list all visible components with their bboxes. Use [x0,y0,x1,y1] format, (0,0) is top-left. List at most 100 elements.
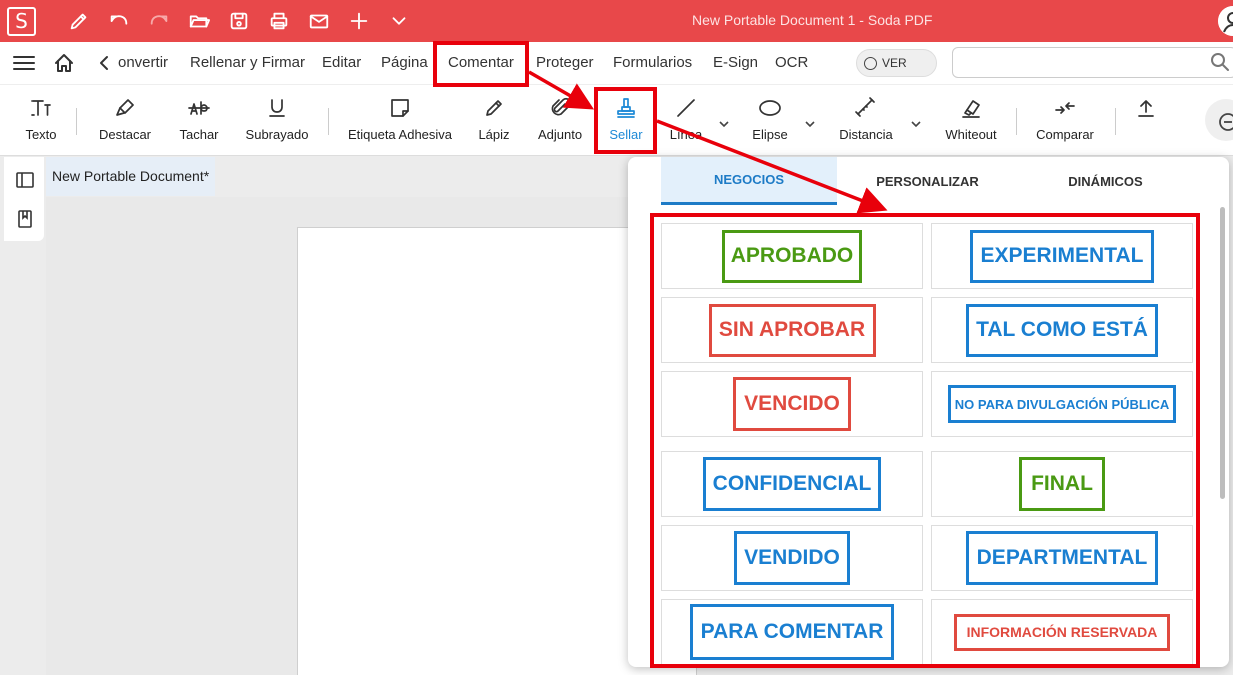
ribbon-divider [76,108,77,135]
tool-label: Whiteout [945,127,997,142]
stamp-label: TAL COMO ESTÁ [966,303,1158,357]
stamp-label: FINAL [1019,457,1105,511]
tool-label: Adjunto [537,127,583,142]
stamp-option-final[interactable]: FINAL [931,451,1193,517]
print-icon[interactable] [266,9,292,33]
stamp-label: NO PARA DIVULGACIÓN PÚBLICA [948,385,1176,423]
tool-comparar[interactable]: Comparar [1033,85,1097,157]
stamp-option-para-comentar[interactable]: PARA COMENTAR [661,599,923,665]
search-icon[interactable] [1210,52,1230,72]
paperclip-icon [547,95,573,121]
tab-personalizar[interactable]: PERSONALIZAR [840,157,1015,205]
tool-destacar[interactable]: Destacar [94,85,156,157]
line-icon [673,95,699,121]
stamp-label: SIN APROBAR [708,303,876,357]
stamp-option-experimental[interactable]: EXPERIMENTAL [931,223,1193,289]
ellipse-icon [757,95,783,121]
menu-proteger[interactable]: Proteger [536,54,594,71]
tool-whiteout[interactable]: Whiteout [942,85,1000,157]
zoom-out-icon [1219,113,1233,131]
tool-sellar[interactable]: Sellar [597,85,655,157]
zoom-out-button[interactable] [1205,99,1233,141]
hamburger-menu-icon[interactable] [13,55,35,71]
panel-toggle-icon[interactable] [15,170,35,190]
tab-negocios[interactable]: NEGOCIOS [661,157,837,205]
stamp-label: CONFIDENCIAL [703,457,881,511]
tab-dinamicos[interactable]: DINÁMICOS [1018,157,1193,205]
menu-e-sign[interactable]: E-Sign [713,54,758,71]
stamp-label: APROBADO [722,229,862,283]
menu-convertir[interactable]: onvertir [118,54,168,71]
menu-editar[interactable]: Editar [322,54,361,71]
text-tool-icon [28,95,54,121]
stamp-option-sin-aprobar[interactable]: SIN APROBAR [661,297,923,363]
stamp-option-aprobado[interactable]: APROBADO [661,223,923,289]
tool-export[interactable] [1134,85,1158,157]
distance-measure-icon [853,95,879,121]
chevron-left-icon[interactable] [97,55,111,71]
tool-linea[interactable]: Línea [664,85,708,157]
tool-etiqueta-adhesiva[interactable]: Etiqueta Adhesiva [344,85,456,157]
menu-pagina[interactable]: Página [381,54,428,71]
menu-rellenar-y-firmar[interactable]: Rellenar y Firmar [190,54,305,71]
redo-icon[interactable] [146,9,172,33]
window-title: New Portable Document 1 - Soda PDF [692,12,933,28]
menu-ocr[interactable]: OCR [775,54,808,71]
stamp-icon [613,95,639,121]
chevron-down-icon[interactable] [719,115,729,128]
tool-lapiz[interactable]: Lápiz [474,85,514,157]
tool-label: Subrayado [245,127,309,142]
tool-elipse[interactable]: Elipse [748,85,792,157]
stamp-option-tal-como-esta[interactable]: TAL COMO ESTÁ [931,297,1193,363]
highlighter-icon [112,95,138,121]
ribbon-divider [1016,108,1017,135]
mail-icon[interactable] [306,9,332,33]
title-bar: S New Portable Document 1 - Soda PDF [0,0,1233,42]
tool-label: Distancia [839,127,893,142]
tool-label: Lápiz [478,127,510,142]
sticky-note-icon [387,95,413,121]
tool-label: Elipse [752,127,788,142]
menu-bar: onvertir Rellenar y Firmar Editar Página… [0,42,1233,84]
search-input[interactable] [952,47,1233,78]
tool-subrayado[interactable]: Subrayado [242,85,312,157]
plus-icon[interactable] [346,9,372,33]
ver-toggle[interactable]: VER [856,49,937,77]
save-icon[interactable] [226,9,252,33]
bookmark-icon[interactable] [15,209,35,229]
stamp-option-no-para-divulgacion-publica[interactable]: NO PARA DIVULGACIÓN PÚBLICA [931,371,1193,437]
toggle-knob-icon [864,57,877,70]
stamp-option-vendido[interactable]: VENDIDO [661,525,923,591]
stamp-label: DEPARTMENTAL [966,531,1158,585]
stamp-list-scrollbar[interactable] [1220,207,1225,499]
tool-distancia[interactable]: Distancia [836,85,896,157]
chevron-down-icon[interactable] [911,115,921,128]
eraser-icon [958,95,984,121]
stamp-option-departmental[interactable]: DEPARTMENTAL [931,525,1193,591]
stamp-option-confidencial[interactable]: CONFIDENCIAL [661,451,923,517]
tool-tachar[interactable]: Tachar [174,85,224,157]
tool-label: Texto [25,127,57,142]
strikethrough-icon [186,95,212,121]
stamp-option-informacion-reservada[interactable]: INFORMACIÓN RESERVADA [931,599,1193,665]
stamp-option-vencido[interactable]: VENCIDO [661,371,923,437]
document-tab[interactable]: New Portable Document* [46,157,215,196]
chevron-down-icon[interactable] [386,9,412,33]
open-folder-icon[interactable] [186,9,212,33]
tool-texto[interactable]: Texto [20,85,62,157]
stamp-label: EXPERIMENTAL [970,229,1154,283]
user-avatar-icon[interactable] [1218,6,1233,36]
home-icon[interactable] [53,52,75,74]
ribbon-divider [328,108,329,135]
pencil-icon [481,95,507,121]
menu-comentar[interactable]: Comentar [448,54,514,71]
compare-icon [1052,95,1078,121]
tool-adjunto[interactable]: Adjunto [534,85,586,157]
stamp-label: VENDIDO [734,531,850,585]
chevron-down-icon[interactable] [805,115,815,128]
menu-formularios[interactable]: Formularios [613,54,692,71]
tool-label: Tachar [179,127,219,142]
pen-icon[interactable] [66,9,92,33]
app-logo-icon[interactable]: S [7,7,36,36]
undo-icon[interactable] [106,9,132,33]
